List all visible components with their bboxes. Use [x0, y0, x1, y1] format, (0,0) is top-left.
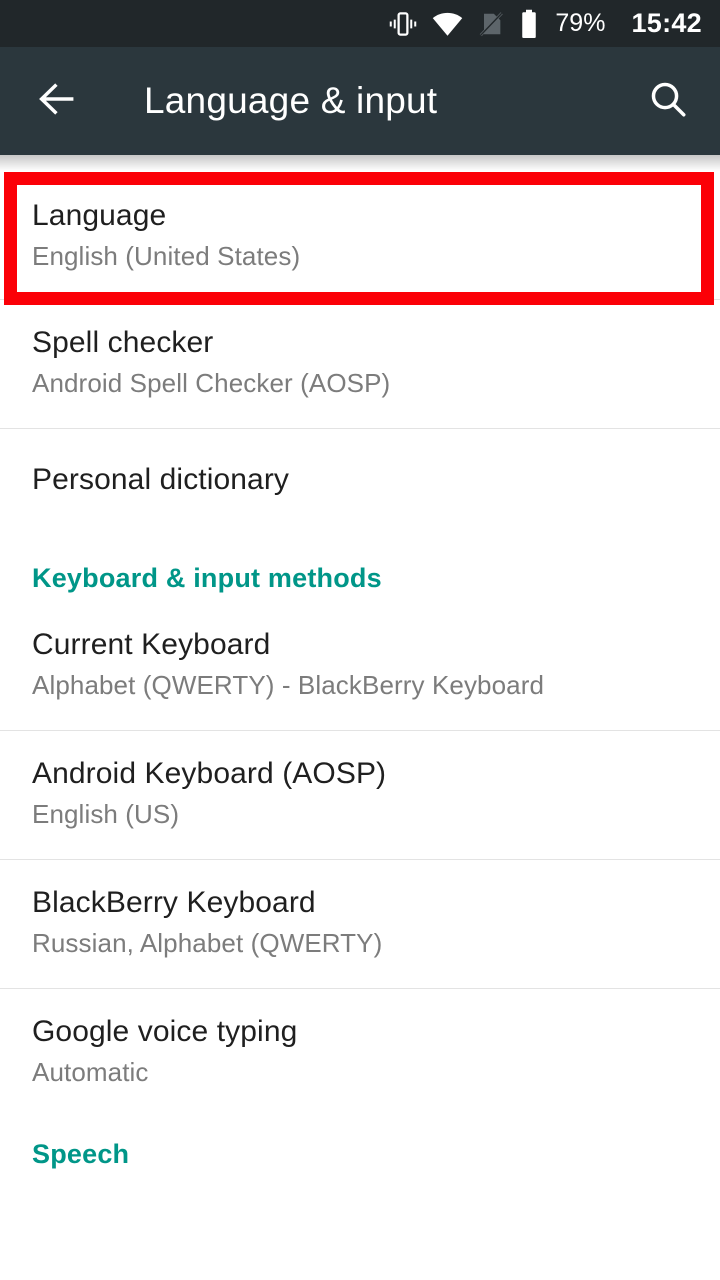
status-bar: 79% 15:42: [0, 0, 720, 47]
battery-percentage: 79%: [555, 9, 606, 37]
list-item-subtitle: English (US): [32, 799, 180, 829]
wifi-icon: [432, 8, 463, 39]
list-item-personal-dictionary[interactable]: Personal dictionary: [0, 429, 720, 541]
app-bar: Language & input: [0, 47, 720, 155]
status-bar-icons: 79% 15:42: [388, 8, 702, 39]
search-icon: [647, 78, 689, 125]
list-item-subtitle: Alphabet (QWERTY) - BlackBerry Keyboard: [32, 670, 545, 700]
section-header-keyboard-input-methods: Keyboard & input methods: [32, 563, 382, 593]
list-item-language[interactable]: Language English (United States): [0, 171, 720, 299]
list-item-title: Spell checker: [32, 326, 214, 359]
back-arrow-icon: [35, 77, 79, 126]
list-item-subtitle: Automatic: [32, 1057, 149, 1087]
status-bar-clock: 15:42: [631, 8, 702, 38]
settings-list: Language English (United States) Spell c…: [0, 171, 720, 1182]
list-item-subtitle: Android Spell Checker (AOSP): [32, 368, 391, 398]
list-item-current-keyboard[interactable]: Current Keyboard Alphabet (QWERTY) - Bla…: [0, 608, 720, 730]
list-item-blackberry-keyboard[interactable]: BlackBerry Keyboard Russian, Alphabet (Q…: [0, 860, 720, 988]
section-header-speech: Speech: [32, 1139, 130, 1169]
list-item-subtitle: English (United States): [32, 241, 301, 271]
vibrate-icon: [388, 9, 418, 39]
list-item-title: Google voice typing: [32, 1015, 298, 1048]
list-item-title: Current Keyboard: [32, 628, 271, 661]
battery-icon: [519, 9, 539, 39]
back-button[interactable]: [25, 69, 89, 133]
list-item-subtitle: Russian, Alphabet (QWERTY): [32, 928, 383, 958]
page-title: Language & input: [144, 80, 438, 121]
list-item-title: BlackBerry Keyboard: [32, 886, 316, 919]
app-bar-shadow: [0, 155, 720, 171]
search-button[interactable]: [638, 71, 698, 131]
no-sim-icon: [477, 10, 505, 38]
list-item-spell-checker[interactable]: Spell checker Android Spell Checker (AOS…: [0, 300, 720, 428]
list-item-android-keyboard-aosp[interactable]: Android Keyboard (AOSP) English (US): [0, 731, 720, 859]
settings-screen: 79% 15:42 Language & input Language Engl…: [0, 0, 720, 1280]
list-item-title: Android Keyboard (AOSP): [32, 757, 387, 790]
list-item-google-voice-typing[interactable]: Google voice typing Automatic: [0, 989, 720, 1117]
list-item-title: Personal dictionary: [32, 463, 290, 496]
list-item-title: Language: [32, 199, 167, 232]
